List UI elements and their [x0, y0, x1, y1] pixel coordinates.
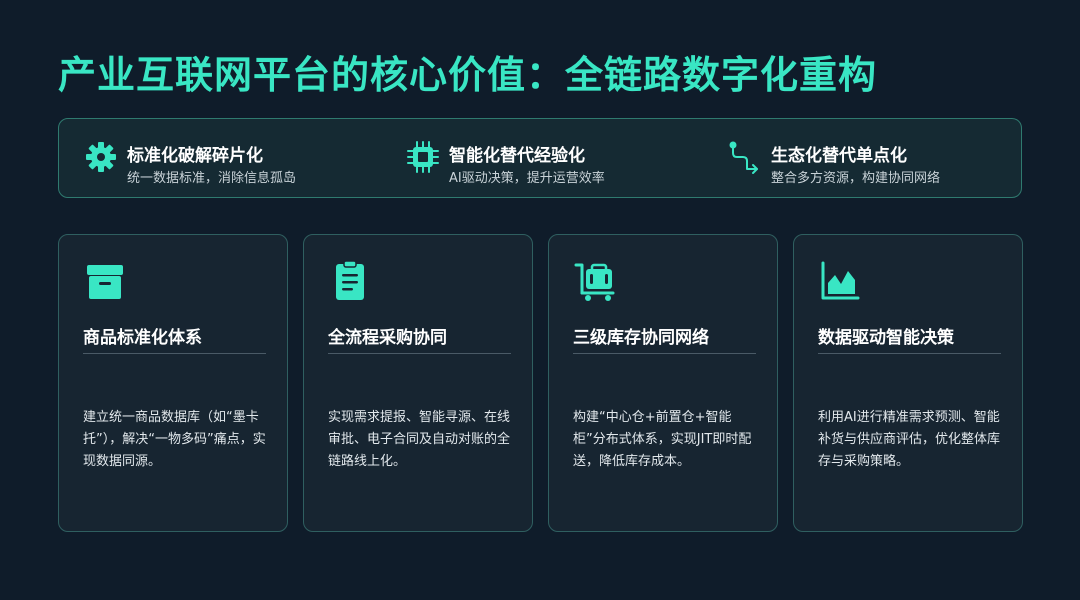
card-title: 商品标准化体系: [83, 328, 202, 348]
card-title: 三级库存协同网络: [573, 328, 709, 348]
chip-icon: [407, 141, 439, 173]
banner-item-subtitle: 整合多方资源，构建协同网络: [771, 171, 941, 186]
gear-icon: [86, 142, 116, 172]
card-data-driven-decisions: 数据驱动智能决策 利用AI进行精准需求预测、智能补货与供应商评估，优化整体库存与…: [793, 234, 1023, 532]
area-chart-icon: [821, 261, 860, 300]
value-banner: 标准化破解碎片化 统一数据标准，消除信息孤岛 智能化替代经验化 AI驱动决策，提…: [58, 118, 1022, 198]
clipboard-icon: [336, 260, 364, 300]
banner-item-title: 智能化替代经验化: [449, 146, 585, 166]
banner-item-title: 标准化破解碎片化: [127, 146, 263, 166]
card-product-standardization: 商品标准化体系 建立统一商品数据库（如“墨卡托”），解决“一物多码”痛点，实现数…: [58, 234, 288, 532]
banner-item-title: 生态化替代单点化: [771, 146, 907, 166]
card-divider: [818, 353, 1001, 354]
card-procurement-collaboration: 全流程采购协同 实现需求提报、智能寻源、在线审批、电子合同及自动对账的全链路线上…: [303, 234, 533, 532]
card-divider: [328, 353, 511, 354]
card-divider: [83, 353, 266, 354]
route-icon: [729, 141, 758, 174]
card-description: 实现需求提报、智能寻源、在线审批、电子合同及自动对账的全链路线上化。: [328, 410, 511, 469]
card-description: 构建“中心仓+前置仓+智能柜”分布式体系，实现JIT即时配送，降低库存成本。: [573, 410, 752, 469]
card-description: 建立统一商品数据库（如“墨卡托”），解决“一物多码”痛点，实现数据同源。: [83, 410, 266, 469]
card-divider: [573, 353, 756, 354]
card-title: 全流程采购协同: [328, 328, 447, 348]
slide: 产业互联网平台的核心价值：全链路数字化重构 标准化破解碎片化 统一数据标准，消除…: [0, 0, 1080, 600]
banner-item-subtitle: AI驱动决策，提升运营效率: [449, 171, 605, 186]
card-description: 利用AI进行精准需求预测、智能补货与供应商评估，优化整体库存与采购策略。: [818, 410, 1001, 469]
banner-item-subtitle: 统一数据标准，消除信息孤岛: [127, 171, 297, 186]
card-inventory-network: 三级库存协同网络 构建“中心仓+前置仓+智能柜”分布式体系，实现JIT即时配送，…: [548, 234, 778, 532]
card-title: 数据驱动智能决策: [818, 328, 954, 348]
cart-icon: [574, 263, 615, 301]
page-title: 产业互联网平台的核心价值：全链路数字化重构: [58, 53, 878, 97]
box-icon: [87, 265, 123, 299]
